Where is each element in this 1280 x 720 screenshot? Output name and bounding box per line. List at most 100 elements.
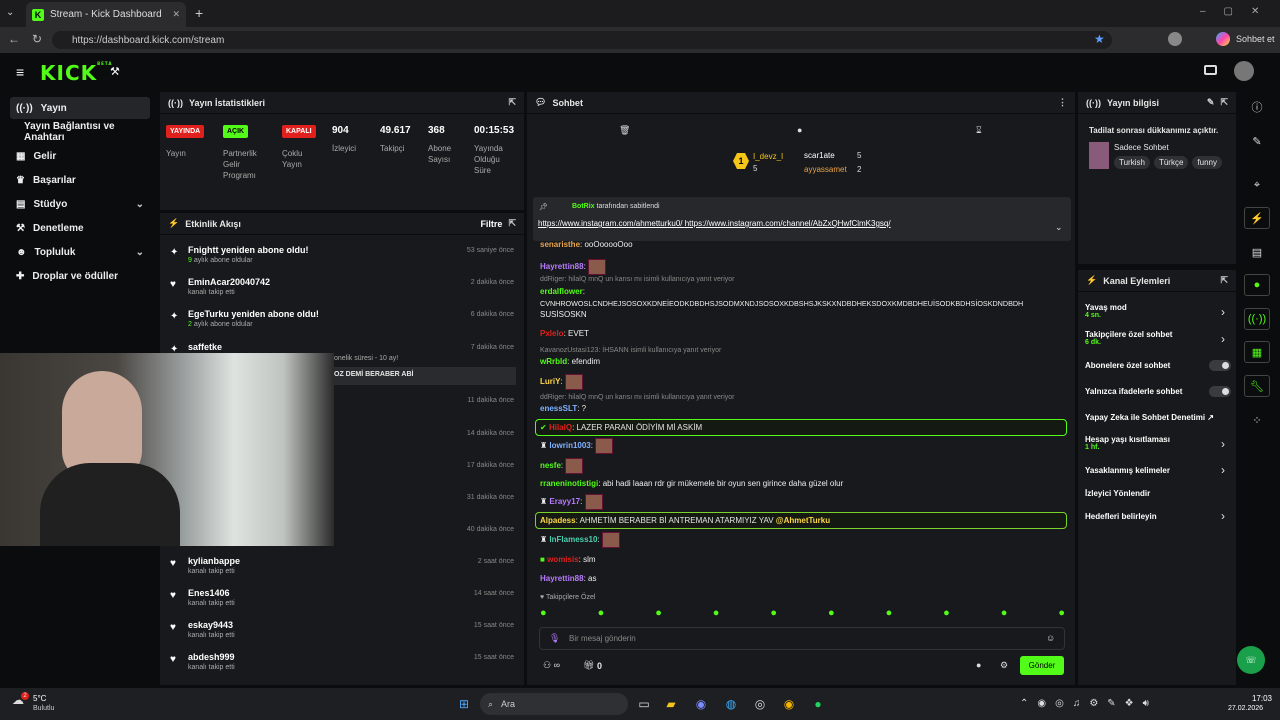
emote-icon[interactable]: ● — [828, 607, 835, 623]
pinned-link[interactable]: https://www.instagram.com/ahmetturku0/ — [538, 219, 683, 228]
mic-icon[interactable]: 🎙︎ — [549, 633, 560, 644]
chevron-right-icon[interactable]: › — [1221, 332, 1225, 346]
emote-icon[interactable]: ● — [886, 607, 893, 623]
sidebar-item-yayin[interactable]: ((·)) Yayın — [10, 97, 150, 119]
chat-username[interactable]: rraneninotistigi — [540, 479, 598, 488]
category-name[interactable]: Sadece Sohbet — [1114, 143, 1169, 152]
sidebar-item-topluluk[interactable]: ☻ Topluluk ⌄ — [10, 241, 150, 263]
chat-settings-icon[interactable]: ● — [976, 660, 981, 670]
taskbar-search[interactable]: ⌕ Ara — [480, 693, 628, 715]
trash-icon[interactable]: 🗑︎ — [619, 125, 630, 136]
spotify-icon[interactable]: ● — [808, 694, 828, 714]
url-field[interactable]: https://dashboard.kick.com/stream — [52, 31, 1112, 49]
sidebar-item-stream-key[interactable]: Yayın Bağlantısı ve Anahtarı — [10, 121, 150, 143]
action-slow-mode[interactable]: Yavaş mod 4 sn. — [1085, 303, 1230, 319]
hourglass-icon[interactable]: ⌛︎ — [976, 125, 982, 136]
tag-chip[interactable]: funny — [1192, 156, 1222, 169]
sidebar-item-droplar[interactable]: ✚ Droplar ve ödüller — [10, 265, 150, 287]
hammer-icon[interactable]: ⚒ — [110, 65, 120, 78]
chat-username[interactable]: wRrbld — [540, 357, 567, 366]
user-avatar[interactable] — [1234, 61, 1254, 81]
profile-avatar[interactable] — [1168, 32, 1182, 46]
emote-icon[interactable]: ● — [655, 607, 662, 623]
list-icon[interactable]: ▤ — [1244, 241, 1270, 263]
emote-icon[interactable]: ● — [1058, 607, 1065, 623]
community-icon[interactable]: ⚇ ∞ — [543, 660, 560, 671]
action-raid[interactable]: İzleyici Yönlendir — [1085, 489, 1230, 498]
gift-icon[interactable]: 🎁︎ — [583, 660, 594, 671]
chevron-right-icon[interactable]: › — [1221, 463, 1225, 477]
stats-icon[interactable]: ▦ — [1244, 341, 1270, 363]
popout-icon[interactable]: ⇱ — [1220, 275, 1228, 286]
emote-icon[interactable]: ● — [540, 607, 547, 623]
chevron-right-icon[interactable]: › — [1221, 509, 1225, 523]
edit-icon[interactable]: ✎ — [1207, 97, 1215, 108]
chat-mention[interactable]: @AhmetTurku — [776, 516, 830, 525]
chat-username[interactable]: Hayrettin88 — [540, 574, 584, 583]
chevron-right-icon[interactable]: › — [1221, 437, 1225, 451]
kick-logo[interactable]: KICKBETA — [40, 61, 112, 85]
popout-icon[interactable]: ⇱ — [508, 218, 516, 229]
chat-bubble-icon[interactable]: ● — [797, 125, 802, 135]
task-view-icon[interactable]: ▭ — [634, 694, 654, 714]
windows-start-icon[interactable]: ⊞ — [454, 694, 474, 714]
chevron-right-icon[interactable]: › — [1221, 305, 1225, 319]
subs-only-toggle[interactable] — [1209, 360, 1231, 371]
chat-username[interactable]: LuriY — [540, 377, 560, 386]
chrome-icon[interactable]: ◉ — [779, 694, 799, 714]
chat-username[interactable]: Hayrettin88 — [540, 262, 584, 271]
action-ai-moderation[interactable]: Yapay Zeka ile Sohbet Denetimi ↗ — [1085, 413, 1230, 422]
broadcast-icon[interactable]: ((·)) — [1244, 308, 1270, 330]
chat-username[interactable]: enessSLT — [540, 404, 577, 413]
chat-username[interactable]: lowrin1003 — [549, 441, 590, 450]
chat-username[interactable]: Pxlelo — [540, 329, 564, 338]
copilot-icon[interactable] — [1216, 32, 1230, 46]
edit-icon[interactable]: ✎ — [1244, 130, 1270, 152]
focus-icon[interactable]: ⌖ — [1244, 174, 1270, 196]
emote-icon[interactable]: ● — [770, 607, 777, 623]
action-account-age[interactable]: Hesap yaşı kısıtlaması 1 hf. — [1085, 435, 1230, 451]
chat-username[interactable]: HilalQ — [549, 423, 572, 432]
apps-icon[interactable]: ⁘ — [1244, 409, 1270, 431]
chevron-down-icon[interactable]: ⌄ — [1055, 222, 1063, 233]
chat-username[interactable]: womisis — [547, 555, 579, 564]
action-banned-words[interactable]: Yasaklanmış kelimeler — [1085, 466, 1230, 475]
chat-username[interactable]: senaristhe — [540, 240, 580, 249]
menu-icon[interactable]: ≡ — [16, 64, 24, 80]
emoji-icon[interactable]: ☺ — [1046, 633, 1055, 643]
emote-icon[interactable]: ● — [713, 607, 720, 623]
emotes-only-toggle[interactable] — [1209, 386, 1231, 397]
popout-icon[interactable]: ⇱ — [508, 97, 516, 108]
sidebar-item-denetleme[interactable]: ⚒ Denetleme — [10, 217, 150, 239]
copilot-label[interactable]: Sohbet et — [1236, 34, 1275, 44]
new-tab-icon[interactable]: + — [195, 5, 203, 21]
emote-icon[interactable]: ● — [1001, 607, 1008, 623]
more-icon[interactable]: ⋮ — [1058, 97, 1067, 108]
chat-username[interactable]: Alpadess — [540, 516, 576, 525]
obs-icon[interactable]: ◎ — [750, 694, 770, 714]
send-button[interactable]: Gönder — [1020, 656, 1064, 675]
sidebar-item-basarilar[interactable]: ♛ Başarılar — [10, 169, 150, 191]
file-explorer-icon[interactable]: ▰ — [661, 694, 681, 714]
chat-username[interactable]: InFlamess10 — [549, 535, 597, 544]
action-goals[interactable]: Hedefleri belirleyin — [1085, 512, 1230, 521]
reload-icon[interactable]: ↻ — [32, 32, 42, 46]
popout-icon[interactable]: ⇱ — [1220, 97, 1228, 108]
tag-chip[interactable]: Turkish — [1114, 156, 1150, 169]
window-controls[interactable]: –▢✕ — [1200, 6, 1277, 17]
chat-bubble-icon[interactable]: ● — [1244, 274, 1270, 296]
discord-icon[interactable]: ◉ — [691, 694, 711, 714]
browser-tab[interactable]: K Stream - Kick Dashboard ✕ — [26, 2, 186, 27]
sidebar-item-gelir[interactable]: ▦ Gelir — [10, 145, 150, 167]
filter-button[interactable]: Filtre — [480, 219, 502, 229]
chat-username[interactable]: Erayy17 — [549, 497, 580, 506]
tv-icon[interactable] — [1204, 65, 1217, 75]
favorite-star-icon[interactable]: ★ — [1094, 32, 1105, 46]
tab-list-icon[interactable]: ⌄ — [6, 7, 14, 18]
wrench-icon[interactable]: 🔧︎ — [1244, 375, 1270, 397]
pinned-link[interactable]: https://www.instagram.com/channel/AbZxQH… — [685, 219, 891, 228]
close-icon[interactable]: ✕ — [172, 9, 180, 20]
emote-icon[interactable]: ● — [943, 607, 950, 623]
chat-username[interactable]: nesfe — [540, 461, 561, 470]
tag-chip[interactable]: Türkçe — [1153, 156, 1189, 169]
